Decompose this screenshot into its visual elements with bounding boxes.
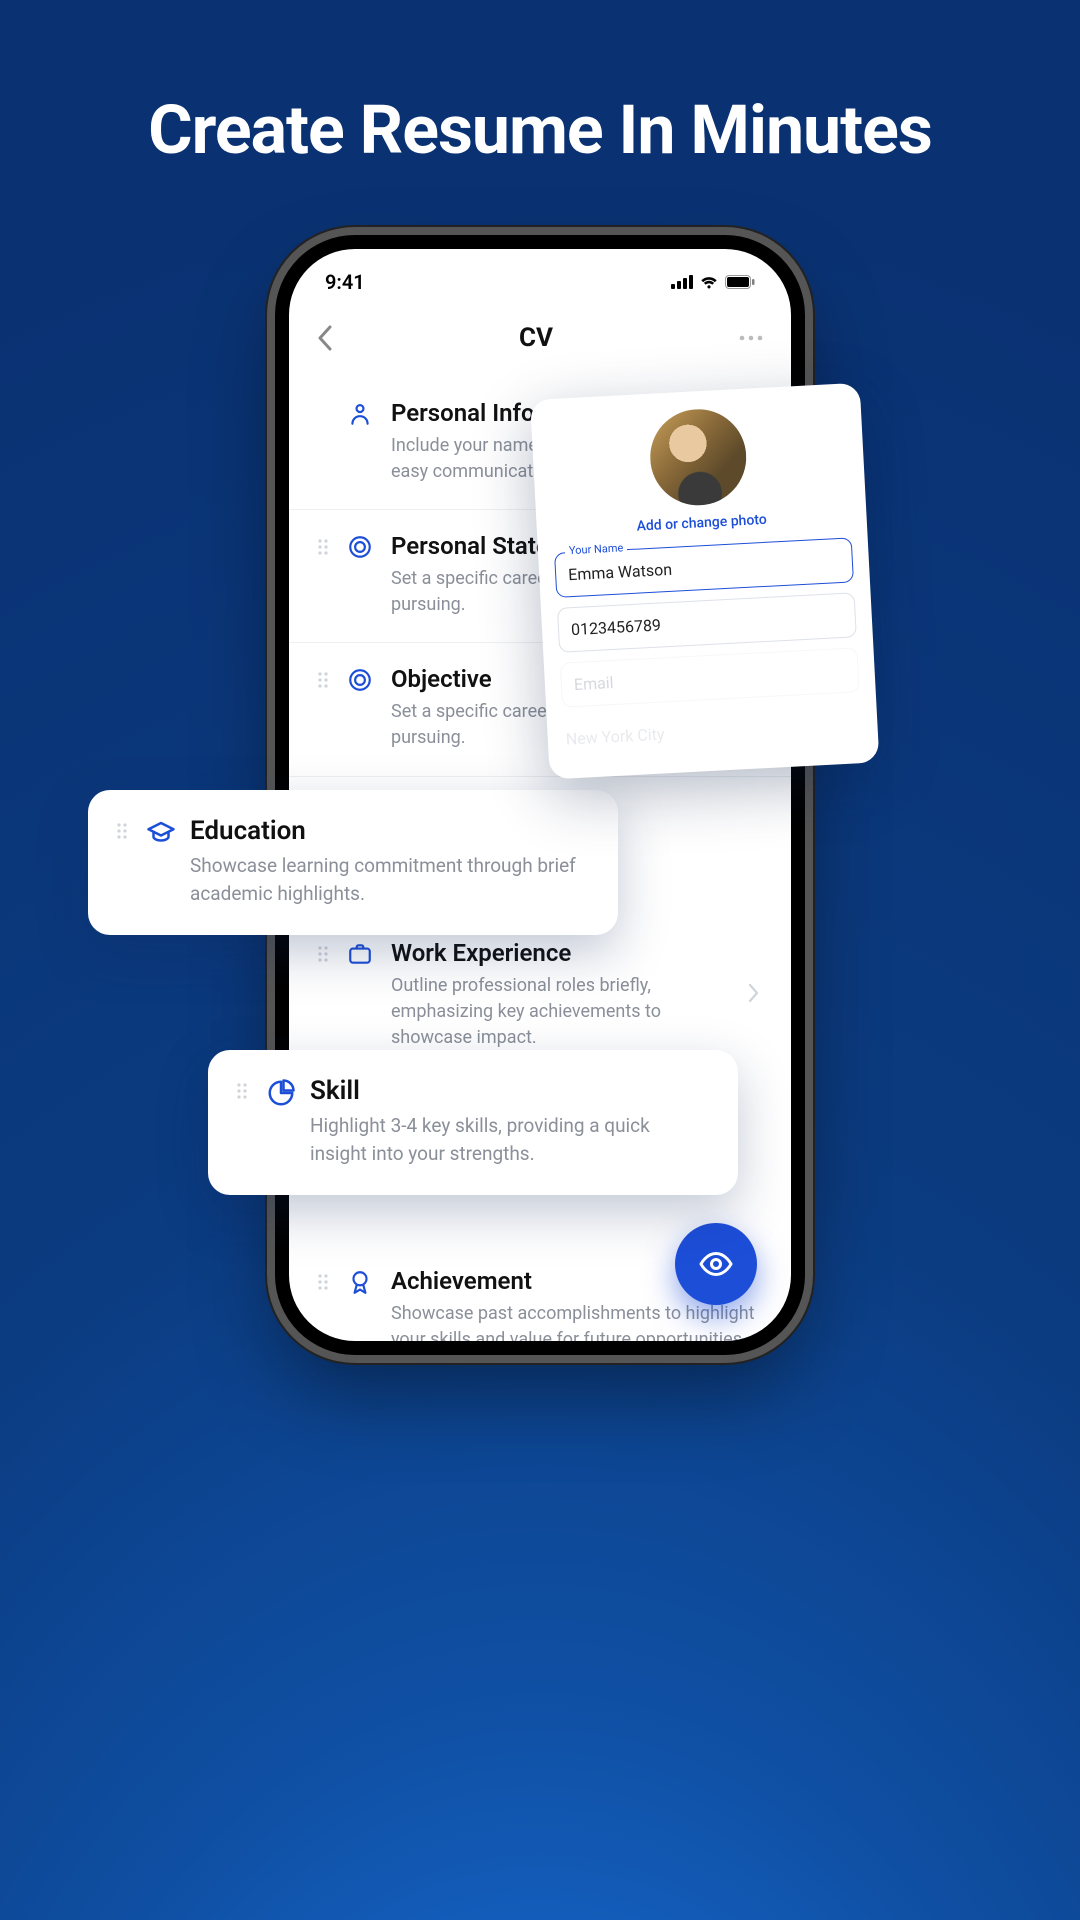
graduation-cap-icon: [146, 818, 174, 907]
person-icon: [347, 401, 375, 485]
status-time: 9:41: [325, 270, 365, 294]
drag-handle-icon[interactable]: [317, 945, 331, 1051]
email-field[interactable]: Email: [560, 647, 860, 708]
status-bar: 9:41: [289, 249, 791, 301]
cellular-icon: [671, 275, 693, 289]
name-field[interactable]: Your Name Emma Watson: [554, 537, 854, 598]
section-desc: Highlight 3-4 key skills, providing a qu…: [310, 1112, 710, 1167]
section-education-card[interactable]: Education Showcase learning commitment t…: [88, 790, 618, 935]
battery-icon: [725, 275, 755, 289]
eye-icon: [698, 1246, 734, 1282]
section-desc: Showcase past accomplishments to highlig…: [391, 1301, 763, 1341]
award-icon: [347, 1269, 375, 1341]
status-icons: [671, 275, 755, 289]
target-icon: [347, 534, 375, 618]
section-title: Skill: [310, 1076, 710, 1106]
chevron-left-icon: [317, 325, 333, 351]
pie-chart-icon: [266, 1078, 294, 1167]
city-field[interactable]: New York City: [563, 702, 863, 761]
section-title: Work Experience: [391, 939, 727, 967]
headline: Create Resume In Minutes: [0, 90, 1080, 170]
drag-handle-icon[interactable]: [317, 1273, 331, 1341]
phone-field[interactable]: 0123456789: [557, 592, 857, 653]
drag-handle-icon[interactable]: [116, 822, 130, 907]
section-desc: Showcase learning commitment through bri…: [190, 852, 590, 907]
chevron-right-icon: [747, 983, 763, 1007]
name-value: Emma Watson: [568, 560, 673, 584]
target-icon: [347, 667, 375, 751]
change-photo-link[interactable]: Add or change photo: [552, 507, 850, 539]
nav-bar: CV: [289, 301, 791, 377]
section-desc: Outline professional roles briefly, emph…: [391, 973, 727, 1051]
more-horizontal-icon: [739, 335, 763, 341]
section-skill-card[interactable]: Skill Highlight 3-4 key skills, providin…: [208, 1050, 738, 1195]
back-button[interactable]: [317, 325, 333, 351]
drag-handle-icon[interactable]: [317, 538, 331, 618]
more-button[interactable]: [739, 335, 763, 341]
personal-info-popup: Add or change photo Your Name Emma Watso…: [530, 383, 879, 780]
drag-handle-icon[interactable]: [317, 671, 331, 751]
wifi-icon: [699, 275, 719, 289]
drag-handle-icon[interactable]: [236, 1082, 250, 1167]
preview-fab[interactable]: [675, 1223, 757, 1305]
briefcase-icon: [347, 941, 375, 1051]
name-label: Your Name: [565, 541, 628, 557]
page-title: CV: [519, 323, 553, 353]
avatar[interactable]: [648, 407, 749, 508]
section-title: Education: [190, 816, 590, 846]
